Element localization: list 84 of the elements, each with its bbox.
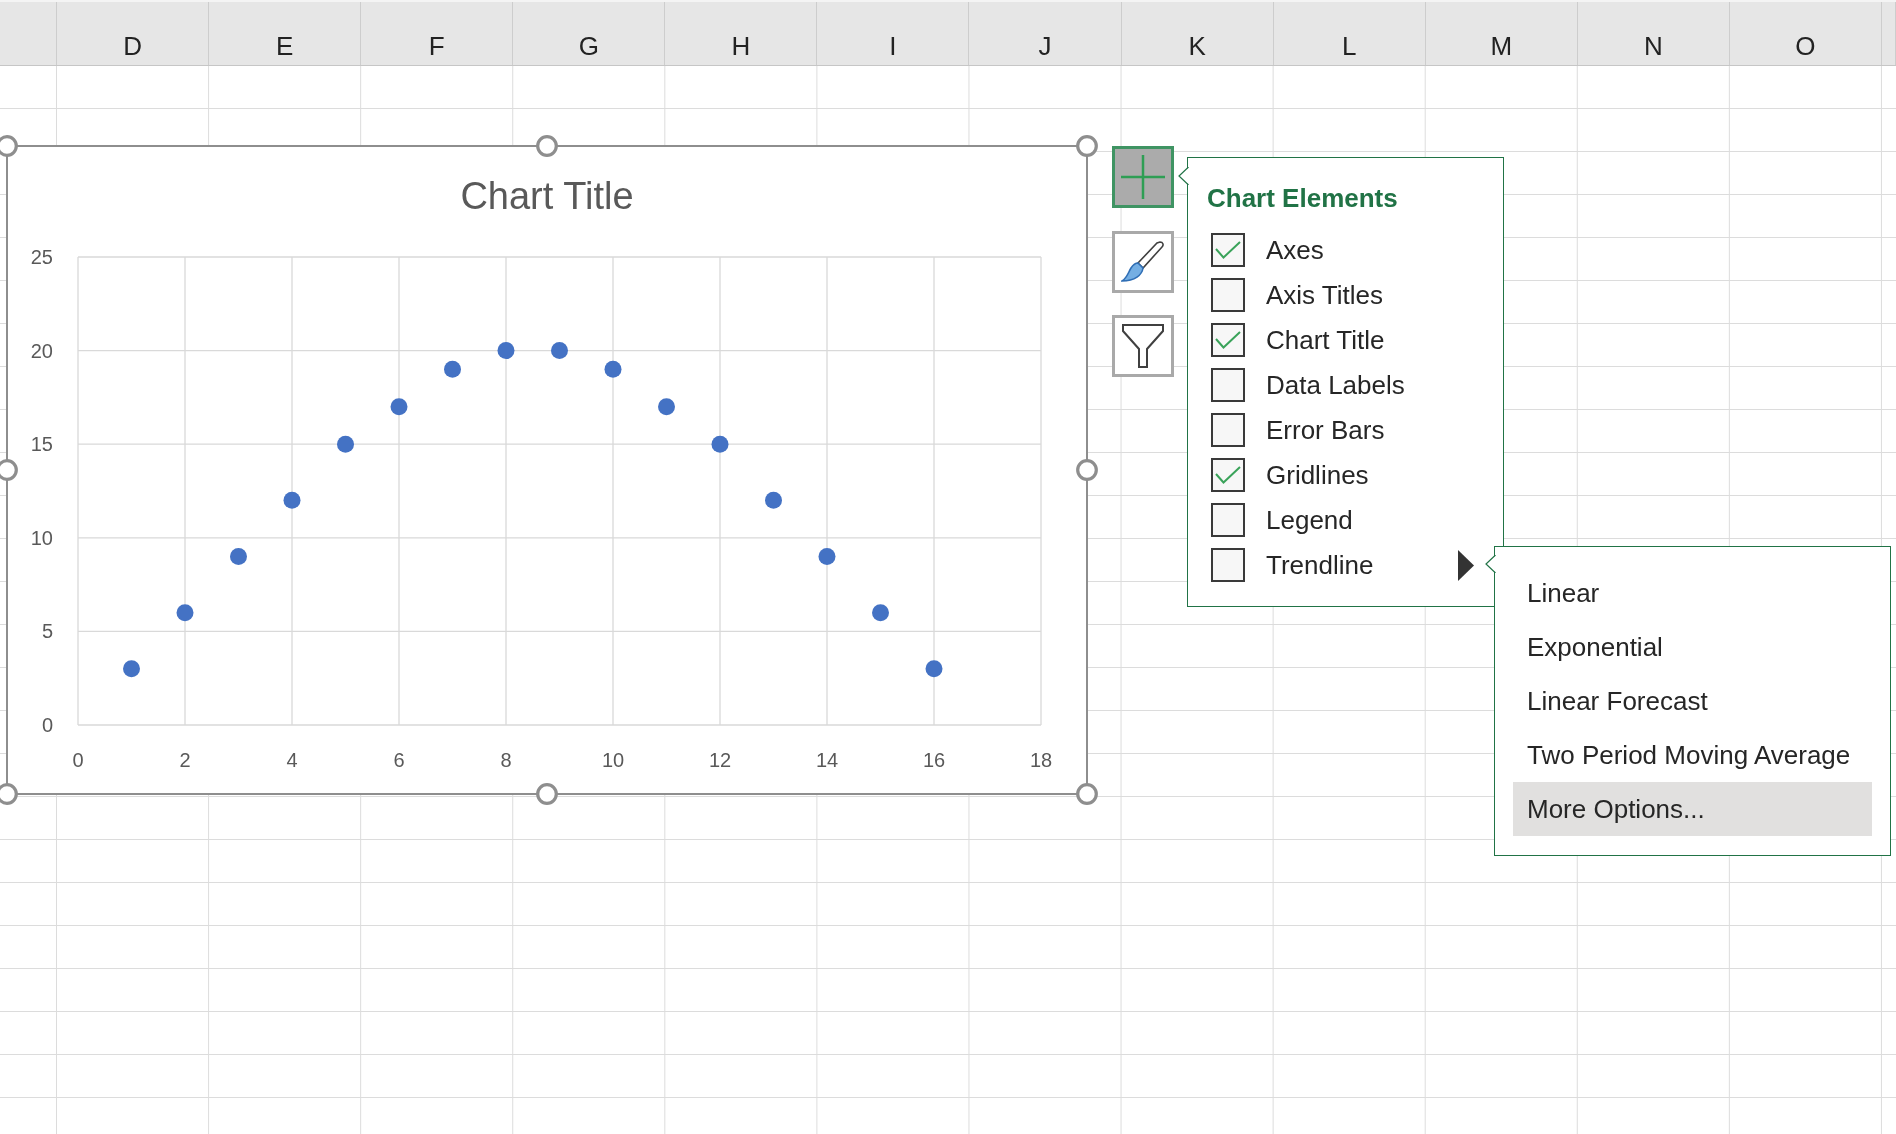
axis-tick-label: 0 [72,749,84,771]
checkmark-icon [1215,241,1241,259]
checkbox[interactable] [1211,278,1245,312]
column-header[interactable]: G [513,2,666,65]
data-point [230,548,247,565]
axis-tick-label: 25 [30,246,53,268]
axis-tick-label: 12 [708,749,732,771]
chart-styles-button[interactable] [1112,230,1174,293]
column-header[interactable]: K [1121,2,1274,65]
axis-tick-label: 14 [815,749,839,771]
axis-tick-label: 6 [393,749,405,771]
axis-tick-label: 15 [30,433,53,456]
filter-icon [1122,324,1164,368]
checkbox[interactable] [1211,323,1245,357]
axis-tick-label: 16 [922,749,946,771]
checkbox[interactable] [1211,368,1245,402]
data-point [925,660,943,678]
checkbox[interactable] [1211,458,1245,492]
checkbox[interactable] [1211,413,1245,447]
plus-icon [1121,155,1165,199]
data-point [337,435,354,453]
axis-tick-label: 8 [500,749,512,771]
menu-item[interactable]: Two Period Moving Average [1513,728,1872,782]
axis-tick-label: 2 [179,749,191,771]
column-header[interactable]: H [665,2,818,65]
checkbox-label: Gridlines [1266,460,1369,490]
data-point [497,342,515,360]
resize-handle[interactable] [1076,783,1098,805]
data-point [123,660,140,678]
data-point [551,342,568,360]
column-header[interactable]: D [57,2,210,65]
resize-handle[interactable] [0,459,18,481]
menu-item[interactable]: Exponential [1513,620,1872,674]
checkbox-label: Axis Titles [1266,280,1384,310]
data-point [711,435,729,453]
column-header[interactable]: M [1425,2,1578,65]
data-point [872,604,889,622]
resize-handle[interactable] [0,783,18,805]
checkbox[interactable] [1211,503,1245,537]
resize-handle[interactable] [0,135,18,157]
axis-tick-label: 20 [30,339,53,362]
chart-title: Chart Title [460,175,634,217]
axis-tick-label: 10 [30,526,53,549]
checkbox[interactable] [1211,233,1245,267]
checkmark-icon [1215,331,1241,349]
data-point [818,548,836,565]
checkbox-label: Data Labels [1266,370,1405,400]
checkbox-label: Legend [1266,505,1353,535]
checkbox-label: Chart Title [1266,325,1385,355]
axis-tick-label: 5 [41,620,53,643]
axis-tick-label: 4 [286,749,298,771]
menu-item[interactable]: Linear Forecast [1513,674,1872,728]
resize-handle[interactable] [536,783,558,805]
checkbox-label: Error Bars [1266,415,1385,445]
checkbox-label: Trendline [1266,550,1374,580]
checkbox[interactable] [1211,548,1245,582]
data-point [658,398,675,416]
menu-item[interactable]: More Options... [1513,782,1872,836]
column-header[interactable]: N [1577,2,1730,65]
resize-handle[interactable] [536,135,558,157]
resize-handle[interactable] [1076,135,1098,157]
data-point [390,398,408,416]
column-header[interactable]: J [969,2,1122,65]
axis-tick-label: 0 [41,714,53,736]
column-header[interactable]: O [1729,2,1882,65]
checkbox-label: Axes [1266,235,1324,265]
column-header[interactable]: I [817,2,970,65]
data-point [283,491,301,509]
data-point [176,604,194,622]
data-point [444,360,461,378]
data-point [604,360,622,378]
column-header[interactable]: F [361,2,514,65]
data-point [765,491,782,509]
menu-item[interactable]: Linear [1513,566,1872,620]
chart-filters-button[interactable] [1112,315,1174,377]
resize-handle[interactable] [1076,459,1098,481]
checkmark-icon [1215,466,1241,484]
panel-title: Chart Elements [1207,183,1399,213]
column-header[interactable]: L [1273,2,1426,65]
paintbrush-icon [1121,240,1165,283]
column-header[interactable]: E [209,2,362,65]
axis-tick-label: 10 [601,749,625,771]
submenu-arrow-icon [1458,549,1474,581]
axis-tick-label: 18 [1029,749,1053,771]
